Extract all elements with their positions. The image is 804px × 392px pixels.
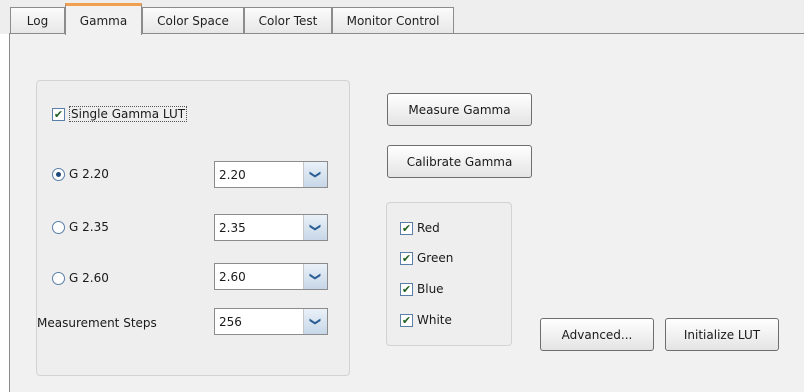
gamma-220-select[interactable]: 2.20 ❯: [214, 161, 328, 188]
channel-red-checkbox[interactable]: ✔ Red: [400, 221, 440, 235]
checkmark-icon: ✔: [400, 221, 413, 235]
channel-label: Blue: [417, 282, 444, 296]
gamma-radio-220[interactable]: G 2.20: [52, 167, 109, 181]
tab-label: Gamma: [79, 13, 128, 28]
checkmark-icon: ✔: [400, 282, 413, 296]
radio-unselected-icon: [52, 271, 65, 285]
button-label: Calibrate Gamma: [406, 154, 513, 169]
gamma-235-select[interactable]: 2.35 ❯: [214, 214, 328, 241]
tab-label: Color Space: [157, 14, 229, 28]
calibrate-gamma-button[interactable]: Calibrate Gamma: [387, 145, 532, 178]
tab-log[interactable]: Log: [10, 7, 65, 34]
channel-white-checkbox[interactable]: ✔ White: [400, 313, 452, 327]
measurement-steps-select[interactable]: 256 ❯: [214, 308, 328, 335]
chevron-down-icon: ❯: [303, 162, 327, 187]
tab-color-space[interactable]: Color Space: [142, 7, 244, 34]
gamma-radio-260[interactable]: G 2.60: [52, 271, 109, 285]
gamma-radio-label: G 2.60: [69, 271, 109, 285]
channel-green-checkbox[interactable]: ✔ Green: [400, 251, 453, 265]
checkmark-icon: ✔: [52, 107, 65, 121]
gamma-260-select[interactable]: 2.60 ❯: [214, 263, 328, 290]
measurement-steps-label: Measurement Steps: [37, 316, 157, 330]
button-label: Initialize LUT: [683, 327, 761, 342]
tab-monitor-control[interactable]: Monitor Control: [332, 7, 454, 34]
tab-gamma[interactable]: Gamma: [65, 3, 142, 35]
chevron-down-icon: ❯: [303, 215, 327, 240]
button-label: Advanced...: [561, 327, 633, 342]
channel-label: Green: [417, 251, 454, 265]
tab-strip: Log Gamma Color Space Color Test Monitor…: [0, 0, 804, 35]
tab-label: Log: [26, 14, 49, 28]
button-label: Measure Gamma: [408, 102, 511, 117]
radio-unselected-icon: [52, 220, 65, 234]
gamma-radio-label: G 2.35: [69, 220, 109, 234]
channel-blue-checkbox[interactable]: ✔ Blue: [400, 282, 444, 296]
select-value: 2.20: [219, 167, 246, 182]
tab-label: Color Test: [258, 14, 318, 28]
chevron-down-icon: ❯: [303, 264, 327, 289]
checkmark-icon: ✔: [400, 251, 413, 265]
tab-label: Monitor Control: [346, 14, 440, 28]
radio-selected-icon: [52, 167, 65, 181]
initialize-lut-button[interactable]: Initialize LUT: [665, 318, 779, 351]
select-value: 2.60: [219, 269, 246, 284]
select-value: 2.35: [219, 220, 246, 235]
select-value: 256: [219, 314, 242, 329]
single-gamma-lut-checkbox[interactable]: ✔ Single Gamma LUT: [52, 106, 188, 122]
checkmark-icon: ✔: [400, 313, 413, 327]
chevron-down-icon: ❯: [303, 309, 327, 334]
channel-label: Red: [417, 221, 440, 235]
channel-label: White: [417, 313, 452, 327]
gamma-panel: ✔ Single Gamma LUT G 2.20 2.20 ❯ G 2.35 …: [9, 33, 804, 392]
tab-color-test[interactable]: Color Test: [244, 7, 332, 34]
single-gamma-lut-label: Single Gamma LUT: [69, 106, 188, 122]
advanced-button[interactable]: Advanced...: [540, 318, 654, 351]
gamma-radio-label: G 2.20: [69, 167, 109, 181]
gamma-radio-235[interactable]: G 2.35: [52, 220, 109, 234]
measure-gamma-button[interactable]: Measure Gamma: [387, 93, 532, 126]
